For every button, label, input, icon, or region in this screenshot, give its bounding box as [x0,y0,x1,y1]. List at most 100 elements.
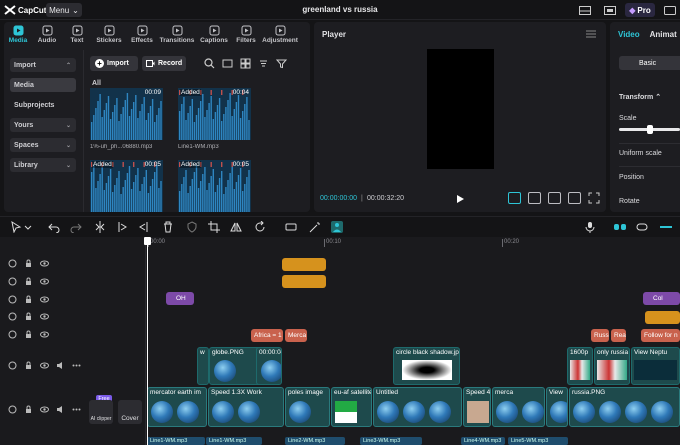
audio-clip[interactable]: Line5-WM.mp3 [508,437,568,445]
playhead[interactable] [147,237,148,445]
sidebar-item-spaces[interactable]: Spaces ⌄ [10,138,76,152]
eye-icon[interactable] [40,277,49,286]
media-thumbnail[interactable]: 00:04 Added [178,88,251,140]
screenshot-icon[interactable] [548,192,561,204]
tab-audio[interactable]: Audio [32,22,62,48]
lock-icon[interactable] [24,405,33,414]
eye-icon[interactable] [40,312,49,321]
folder-icon[interactable] [222,58,233,69]
text-clip[interactable]: Follow for n [641,329,680,342]
media-thumbnail[interactable]: 00:09 [90,88,163,140]
overlay-clip[interactable]: circle black shadow.jp [393,347,460,385]
lock-icon[interactable] [24,259,33,268]
microphone-icon[interactable] [584,221,596,233]
sound-effect-clip[interactable] [282,275,326,288]
undo-icon[interactable] [48,221,60,233]
audio-clip[interactable]: Line1-WM.mp3 [206,437,262,445]
link-icon[interactable] [614,221,626,233]
sort-icon[interactable] [258,58,269,69]
audio-clip[interactable]: Line4-WM.mp3 [461,437,505,445]
sticker-clip[interactable]: OH [166,292,194,305]
video-icon[interactable] [8,361,17,370]
lock-icon[interactable] [24,312,33,321]
split-right-icon[interactable] [138,221,150,233]
display-icon[interactable] [600,3,620,17]
transform-section[interactable]: Transform ⌃ [619,93,661,101]
playhead-handle[interactable] [144,237,151,245]
tab-media[interactable]: Media [4,22,32,48]
grid-view-icon[interactable] [240,58,251,69]
play-icon[interactable] [455,194,465,204]
main-video-clip[interactable]: merca [492,387,545,427]
sound-effect-clip[interactable] [645,311,680,324]
main-video-clip[interactable]: Speed 1.3X Work [208,387,284,427]
audio-icon[interactable] [56,405,65,414]
main-video-clip[interactable]: eu-af satellite image.jpg [331,387,372,427]
split-icon[interactable] [94,221,106,233]
basic-tab[interactable]: Basic [619,56,680,70]
caption-icon[interactable] [285,221,297,233]
magic-wand-icon[interactable] [309,221,321,233]
preview-axis-icon[interactable] [660,221,672,233]
tab-animation[interactable]: Animat [650,30,677,39]
audio-clip[interactable]: Line1-WM.mp3 [147,437,205,445]
audio-icon[interactable] [56,361,65,370]
text-clip[interactable]: Merca [285,329,307,342]
fullscreen-icon[interactable] [588,192,601,204]
split-left-icon[interactable] [116,221,128,233]
clock-icon[interactable] [8,277,17,286]
text-icon[interactable] [8,330,17,339]
cover-button[interactable]: Cover [118,400,142,424]
tab-transitions[interactable]: Transitions [158,22,196,48]
lock-icon[interactable] [24,361,33,370]
eye-icon[interactable] [40,259,49,268]
tab-captions[interactable]: Captions [196,22,232,48]
crop-icon[interactable] [208,221,220,233]
sidebar-item-library[interactable]: Library ⌄ [10,158,76,172]
tiktok-icon[interactable] [508,192,521,204]
quality-icon[interactable] [528,192,541,204]
layout-icon[interactable] [575,3,595,17]
filter-icon[interactable] [276,58,287,69]
text-clip[interactable]: Russ [591,329,609,342]
sticker-clip[interactable]: Col [643,292,680,305]
ratio-icon[interactable] [568,192,581,204]
tab-text[interactable]: Text [62,22,92,48]
import-button[interactable]: + Import [90,56,138,71]
eye-icon[interactable] [40,295,49,304]
ai-clipper-button[interactable]: AI clipper [89,400,113,424]
media-thumbnail[interactable]: 00:05 Added [178,160,251,212]
media-thumbnail[interactable]: 00:05 Added [90,160,163,212]
tab-video[interactable]: Video [618,30,640,39]
record-button[interactable]: Record [142,56,186,71]
snap-icon[interactable] [636,221,648,233]
sidebar-item-import[interactable]: Import ⌃ [10,58,76,72]
overlay-clip[interactable]: 00:00:04:1 [256,347,282,385]
select-cursor-icon[interactable] [10,221,22,233]
more-icon[interactable] [72,405,81,414]
sound-effect-clip[interactable] [282,258,326,271]
lock-icon[interactable] [24,330,33,339]
overlay-clip[interactable]: w [197,347,209,385]
video-icon[interactable] [8,405,17,414]
main-video-clip[interactable]: Untitled [373,387,462,427]
menu-button[interactable]: Menu ⌄ [46,3,82,17]
pro-button[interactable]: ◆ Pro [625,3,655,17]
eye-icon[interactable] [40,361,49,370]
delete-icon[interactable] [162,221,174,233]
main-video-clip[interactable]: Speed 4.9 [463,387,491,427]
player-canvas[interactable] [427,49,494,169]
main-video-clip[interactable]: View [546,387,568,427]
chevron-down-icon[interactable] [24,221,32,233]
more-icon[interactable] [72,361,81,370]
text-clip[interactable]: Real [611,329,626,342]
eye-icon[interactable] [40,330,49,339]
tab-adjustment[interactable]: Adjustment [260,22,300,48]
overlay-clip[interactable]: 1600p [567,347,593,385]
scale-slider-handle[interactable] [647,125,653,134]
keyboard-icon[interactable] [660,3,680,17]
sidebar-item-subprojects[interactable]: Subprojects [10,98,76,112]
menu-icon[interactable] [586,30,596,38]
effect-icon[interactable] [8,312,17,321]
eye-icon[interactable] [40,405,49,414]
